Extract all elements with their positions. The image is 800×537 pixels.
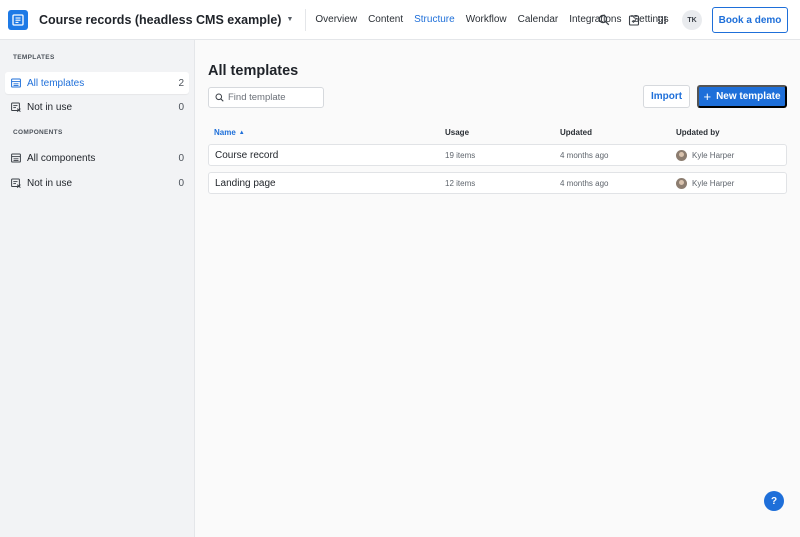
main-content: All templates Import + New template Name… [196, 40, 800, 537]
nav-content[interactable]: Content [368, 14, 403, 25]
app-logo-icon[interactable] [8, 9, 28, 30]
column-header-updated-by[interactable]: Updated by [676, 128, 720, 137]
unused-list-icon [11, 102, 21, 112]
chevron-down-icon[interactable]: ▼ [286, 16, 293, 23]
sidebar-item-label: Not in use [27, 177, 73, 189]
search-input[interactable] [228, 92, 318, 103]
sidebar-item-count: 2 [178, 77, 184, 89]
updated-by-name: Kyle Harper [692, 179, 735, 188]
updated-by-name: Kyle Harper [692, 151, 735, 160]
template-updated: 4 months ago [560, 151, 609, 160]
template-usage: 12 items [445, 179, 476, 188]
new-template-label: New template [716, 91, 781, 102]
user-avatar[interactable]: TK [682, 10, 702, 30]
list-icon [11, 153, 21, 163]
sidebar-item-count: 0 [178, 152, 184, 164]
nav-workflow[interactable]: Workflow [466, 14, 507, 25]
column-header-usage[interactable]: Usage [445, 128, 469, 137]
sidebar-item-all-templates[interactable]: All templates 2 [5, 72, 189, 94]
nav-calendar[interactable]: Calendar [518, 14, 559, 25]
search-field[interactable] [208, 87, 324, 108]
templates-heading: TEMPLATES [13, 54, 55, 61]
avatar [676, 150, 687, 161]
template-updated-by: Kyle Harper [676, 178, 734, 189]
help-button[interactable]: ? [764, 491, 784, 511]
main-nav: Overview Content Structure Workflow Cale… [315, 14, 679, 25]
table-row[interactable]: Course record 19 items 4 months ago Kyle… [208, 144, 787, 166]
new-template-button[interactable]: + New template [697, 85, 787, 108]
apps-grid-icon[interactable] [654, 12, 670, 28]
sidebar-item-label: Not in use [27, 101, 73, 113]
sidebar-item-count: 0 [178, 177, 184, 189]
column-header-label: Name [214, 128, 236, 137]
unused-list-icon [11, 178, 21, 188]
plus-icon: + [703, 89, 712, 104]
list-icon [11, 78, 21, 88]
sidebar-item-components-not-in-use[interactable]: Not in use 0 [5, 172, 189, 194]
page-title: All templates [208, 63, 299, 79]
sidebar-item-label: All components [27, 152, 96, 164]
template-name[interactable]: Landing page [215, 178, 276, 189]
sidebar-item-label: All templates [27, 77, 85, 89]
sidebar-item-count: 0 [178, 101, 184, 113]
avatar [676, 178, 687, 189]
sidebar-item-all-components[interactable]: All components 0 [5, 147, 189, 169]
header-divider [305, 8, 307, 31]
template-updated-by: Kyle Harper [676, 150, 734, 161]
import-button[interactable]: Import [643, 85, 690, 108]
column-header-name[interactable]: Name ▲ [214, 128, 245, 137]
template-usage: 19 items [445, 151, 476, 160]
nav-structure[interactable]: Structure [414, 14, 455, 25]
components-heading: COMPONENTS [13, 129, 63, 136]
book-demo-button[interactable]: Book a demo [712, 7, 788, 33]
column-header-updated[interactable]: Updated [560, 128, 592, 137]
search-icon [215, 93, 224, 102]
sidebar: TEMPLATES All templates 2 Not in use 0 C… [0, 40, 195, 537]
search-icon[interactable] [596, 12, 612, 28]
top-bar: Course records (headless CMS example) ▼ … [0, 0, 800, 40]
sort-ascending-icon: ▲ [238, 129, 245, 136]
tasks-icon[interactable] [626, 12, 642, 28]
sidebar-item-templates-not-in-use[interactable]: Not in use 0 [5, 96, 189, 118]
template-name[interactable]: Course record [215, 150, 278, 161]
table-row[interactable]: Landing page 12 items 4 months ago Kyle … [208, 172, 787, 194]
template-updated: 4 months ago [560, 179, 609, 188]
nav-overview[interactable]: Overview [315, 14, 357, 25]
project-title[interactable]: Course records (headless CMS example) [39, 13, 281, 27]
